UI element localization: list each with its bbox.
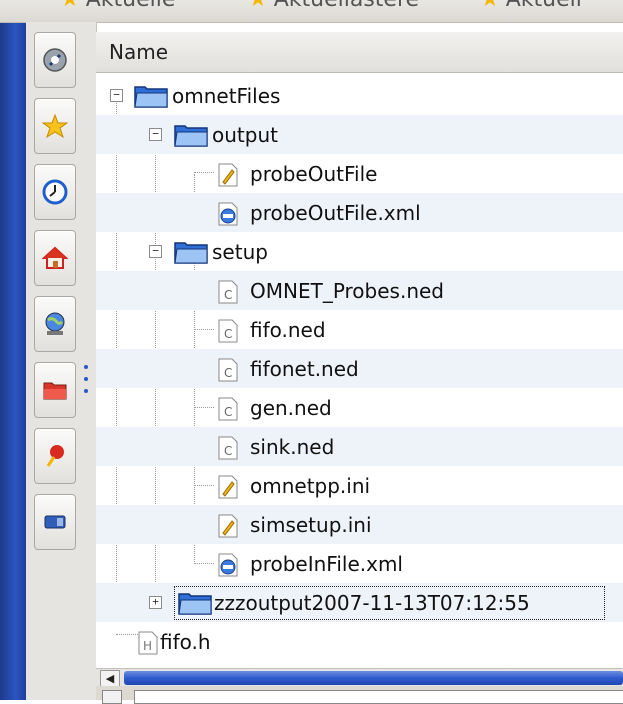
network-icon [43,48,67,72]
tree-row-file[interactable]: simsetup.ini [96,505,623,544]
sidebar-button-folders[interactable] [34,362,76,418]
file-tree-view[interactable]: Name − omnetFiles − output probeOutFile … [96,32,623,670]
horizontal-scrollbar[interactable]: ◀ [96,668,623,688]
text-file-icon [218,475,238,499]
bookmark-item[interactable]: ★Aktuelle [60,0,175,12]
code-file-icon: C [218,319,238,343]
tree-row-file[interactable]: probeOutFile [96,154,623,193]
tree-row-zzzoutput[interactable]: + zzzoutput2007-11-13T07:12:55 [96,583,623,622]
code-file-icon: C [218,358,238,382]
svg-text:H: H [143,639,152,653]
sidebar-button-network[interactable] [34,32,76,88]
sidebar-button-pinned[interactable] [34,428,76,484]
svg-text:C: C [224,405,232,419]
tree-row-output[interactable]: − output [96,115,623,154]
status-strip [96,686,623,704]
bookmark-item[interactable]: ★Aktuell [480,0,582,12]
sidebar-button-history[interactable] [34,164,76,220]
folder-open-icon [174,125,208,147]
status-checkbox[interactable] [102,690,122,704]
tree-row-omnetfiles[interactable]: − omnetFiles [96,76,623,115]
home-icon [42,246,68,269]
tree-row-setup[interactable]: − setup [96,232,623,271]
tree-row-file[interactable]: C fifonet.ned [96,349,623,388]
device-icon [44,515,66,529]
column-header-name[interactable]: Name [96,32,623,73]
code-file-icon: C [218,280,238,304]
folder-open-icon [174,242,208,264]
svg-text:C: C [224,366,232,380]
tree-row-file[interactable]: C sink.ned [96,427,623,466]
history-clock-icon [42,179,68,205]
star-icon: ★ [248,0,268,12]
window-frame [0,0,26,700]
collapse-toggle[interactable]: − [110,89,123,102]
splitter-handle[interactable] [84,365,90,415]
tree-row-file[interactable]: probeInFile.xml [96,544,623,583]
tree-row-file[interactable]: H fifo.h [96,622,623,661]
sidebar-button-bookmarks[interactable] [34,98,76,154]
folder-icon [178,593,212,615]
pin-icon [46,445,64,467]
sidebar-button-devices[interactable] [34,494,76,550]
collapse-toggle[interactable]: − [149,128,162,141]
tree-row-file[interactable]: C fifo.ned [96,310,623,349]
tree-row-file[interactable]: probeOutFile.xml [96,193,623,232]
xml-file-icon [218,553,238,577]
star-icon: ★ [480,0,500,12]
collapse-toggle[interactable]: − [149,245,162,258]
bookmark-item[interactable]: ★Aktuellastere [248,0,419,12]
sidebar-button-home[interactable] [34,230,76,286]
code-file-icon: C [218,436,238,460]
code-file-icon: C [218,397,238,421]
header-file-icon: H [138,631,158,655]
text-file-icon [218,163,238,187]
svg-text:C: C [224,288,232,302]
bookmarks-bar: ★Aktuelle ★Aktuellastere ★Aktuell [0,0,623,23]
expand-toggle[interactable]: + [149,596,162,609]
svg-text:C: C [224,327,232,341]
text-file-icon [218,514,238,538]
star-icon [42,113,68,139]
svg-text:C: C [224,444,232,458]
scrollbar-thumb[interactable] [124,671,623,685]
network-globe-icon [45,312,65,335]
folder-open-icon [134,86,168,108]
xml-file-icon [218,202,238,226]
tree-row-file[interactable]: C OMNET_Probes.ned [96,271,623,310]
sidebar-button-network-places[interactable] [34,296,76,352]
status-field[interactable] [134,690,623,704]
star-icon: ★ [60,0,80,12]
folder-icon [43,382,67,400]
tree-row-file[interactable]: omnetpp.ini [96,466,623,505]
tree-row-file[interactable]: C gen.ned [96,388,623,427]
places-sidebar [26,22,97,700]
